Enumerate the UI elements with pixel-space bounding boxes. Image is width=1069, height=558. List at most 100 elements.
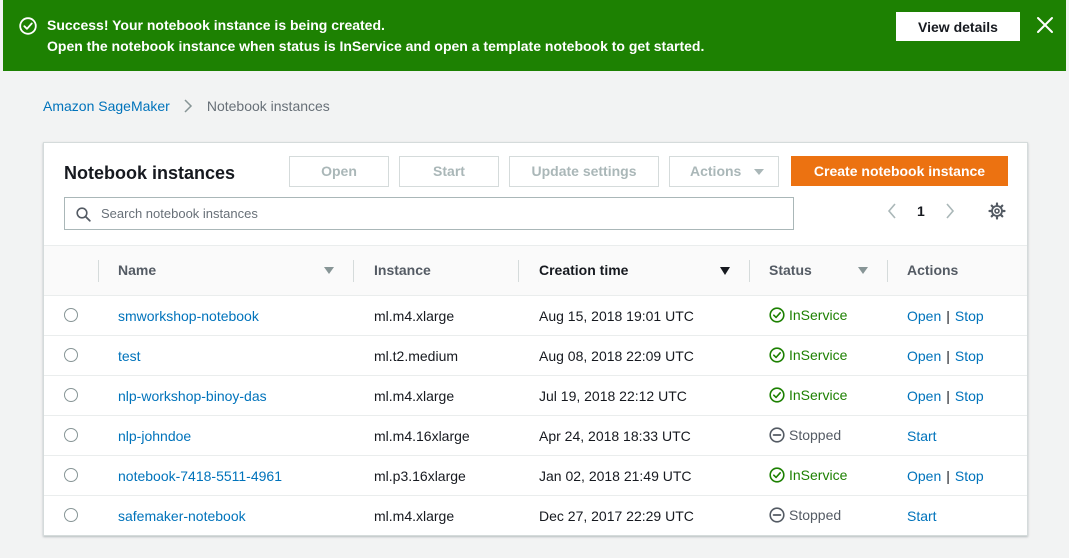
creation-time: Dec 27, 2017 22:29 UTC xyxy=(539,508,694,524)
status-cell: InService xyxy=(769,387,847,403)
update-settings-button[interactable]: Update settings xyxy=(509,156,659,187)
column-header-instance[interactable]: Instance xyxy=(374,246,431,295)
column-divider xyxy=(353,260,354,282)
creation-time: Apr 24, 2018 18:33 UTC xyxy=(539,428,691,444)
status-text: Stopped xyxy=(789,507,842,523)
action-separator: | xyxy=(946,388,950,404)
breadcrumb-current: Notebook instances xyxy=(206,98,330,114)
action-separator: | xyxy=(946,308,950,324)
notebook-name-link[interactable]: smworkshop-notebook xyxy=(118,308,259,324)
search-box[interactable] xyxy=(64,197,794,230)
search-input[interactable] xyxy=(101,198,781,229)
start-link[interactable]: Start xyxy=(907,428,937,444)
sort-caret-icon[interactable] xyxy=(324,267,334,274)
status-text: InService xyxy=(789,467,848,483)
row-radio[interactable] xyxy=(64,468,78,482)
row-actions: Start xyxy=(907,428,937,444)
status-cell: InService xyxy=(769,347,847,363)
create-notebook-instance-button[interactable]: Create notebook instance xyxy=(791,156,1008,186)
notebook-name-link[interactable]: test xyxy=(118,348,141,364)
panel-title: Notebook instances xyxy=(64,163,236,183)
flash-message: Open the notebook instance when status i… xyxy=(47,38,705,54)
notebook-instances-panel: Notebook instances Open Start Update set… xyxy=(43,142,1028,536)
close-icon[interactable] xyxy=(1036,16,1054,34)
instance-type: ml.m4.xlarge xyxy=(374,508,455,524)
success-flash-banner: Success! Your notebook instance is being… xyxy=(3,0,1066,71)
status-text: InService xyxy=(789,347,848,363)
chevron-left-icon[interactable] xyxy=(886,202,898,220)
start-button[interactable]: Start xyxy=(399,156,499,187)
chevron-right-icon[interactable] xyxy=(944,202,956,220)
open-button[interactable]: Open xyxy=(289,156,389,187)
flash-title: Success! Your notebook instance is being… xyxy=(47,17,385,33)
row-actions: Open | Stop xyxy=(907,308,984,324)
row-actions: Open | Stop xyxy=(907,388,984,404)
stop-link[interactable]: Stop xyxy=(955,348,984,364)
table-row: nlp-johndoe ml.m4.16xlarge Apr 24, 2018 … xyxy=(44,416,1027,456)
stop-link[interactable]: Stop xyxy=(955,388,984,404)
open-link[interactable]: Open xyxy=(907,388,941,404)
status-text: Stopped xyxy=(789,427,842,443)
action-separator: | xyxy=(946,348,950,364)
breadcrumb: Amazon SageMaker Notebook instances xyxy=(43,98,330,114)
status-cell: Stopped xyxy=(769,427,841,443)
column-divider xyxy=(98,260,99,282)
page-number[interactable]: 1 xyxy=(917,203,925,219)
actions-dropdown[interactable]: Actions xyxy=(669,156,779,187)
stop-link[interactable]: Stop xyxy=(955,468,984,484)
gear-icon[interactable] xyxy=(988,202,1006,220)
status-cell: InService xyxy=(769,307,847,323)
status-cell: Stopped xyxy=(769,507,841,523)
notebook-name-link[interactable]: nlp-workshop-binoy-das xyxy=(118,388,267,404)
notebook-name-link[interactable]: nlp-johndoe xyxy=(118,428,191,444)
sort-caret-icon[interactable] xyxy=(720,267,730,275)
table-header: Name Instance Creation time Status Actio… xyxy=(44,245,1027,296)
start-link[interactable]: Start xyxy=(907,508,937,524)
column-header-name[interactable]: Name xyxy=(118,246,156,295)
table-row: safemaker-notebook ml.m4.xlarge Dec 27, … xyxy=(44,496,1027,536)
stop-link[interactable]: Stop xyxy=(955,308,984,324)
search-icon xyxy=(76,207,91,222)
column-divider xyxy=(887,260,888,282)
instance-type: ml.m4.xlarge xyxy=(374,388,455,404)
column-header-creation-time[interactable]: Creation time xyxy=(539,246,628,295)
row-radio[interactable] xyxy=(64,308,78,322)
row-radio[interactable] xyxy=(64,428,78,442)
column-header-actions: Actions xyxy=(907,262,959,278)
column-header-status[interactable]: Status xyxy=(769,246,812,295)
status-stopped-icon xyxy=(769,507,785,523)
table-row: smworkshop-notebook ml.m4.xlarge Aug 15,… xyxy=(44,296,1027,336)
creation-time: Aug 15, 2018 19:01 UTC xyxy=(539,308,694,324)
row-radio[interactable] xyxy=(64,508,78,522)
table-row: test ml.t2.medium Aug 08, 2018 22:09 UTC… xyxy=(44,336,1027,376)
instance-type: ml.m4.xlarge xyxy=(374,308,455,324)
notebook-name-link[interactable]: safemaker-notebook xyxy=(118,508,246,524)
breadcrumb-root-link[interactable]: Amazon SageMaker xyxy=(43,98,170,114)
row-radio[interactable] xyxy=(64,348,78,362)
view-details-button[interactable]: View details xyxy=(896,12,1020,41)
status-check-icon xyxy=(769,467,785,483)
status-text: InService xyxy=(789,307,848,323)
creation-time: Aug 08, 2018 22:09 UTC xyxy=(539,348,694,364)
status-cell: InService xyxy=(769,467,847,483)
open-link[interactable]: Open xyxy=(907,468,941,484)
open-link[interactable]: Open xyxy=(907,348,941,364)
notebook-name-link[interactable]: notebook-7418-5511-4961 xyxy=(118,468,282,484)
row-actions: Start xyxy=(907,508,937,524)
status-check-icon xyxy=(769,307,785,323)
status-stopped-icon xyxy=(769,427,785,443)
table-row: notebook-7418-5511-4961 ml.p3.16xlarge J… xyxy=(44,456,1027,496)
column-divider xyxy=(518,260,519,282)
row-actions: Open | Stop xyxy=(907,348,984,364)
actions-dropdown-label: Actions xyxy=(690,163,742,179)
column-divider xyxy=(749,260,750,282)
row-radio[interactable] xyxy=(64,388,78,402)
caret-down-icon xyxy=(754,169,764,175)
creation-time: Jul 19, 2018 22:12 UTC xyxy=(539,388,687,404)
success-check-icon xyxy=(19,17,37,35)
action-separator: | xyxy=(946,468,950,484)
status-check-icon xyxy=(769,387,785,403)
open-link[interactable]: Open xyxy=(907,308,941,324)
status-text: InService xyxy=(789,387,848,403)
sort-caret-icon[interactable] xyxy=(858,267,868,274)
